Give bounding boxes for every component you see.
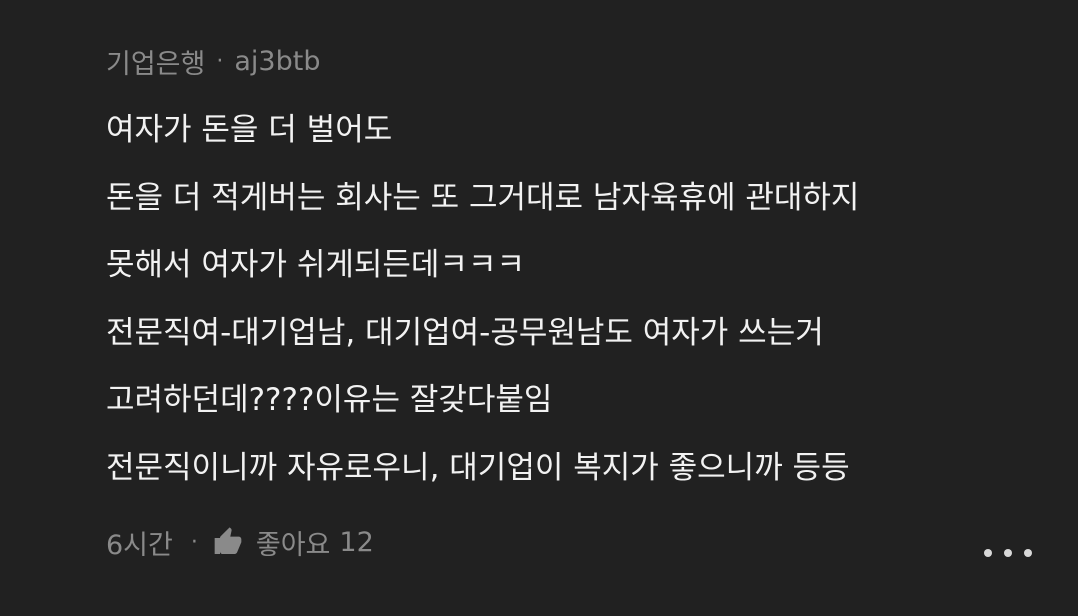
like-label: 좋아요 bbox=[255, 529, 331, 561]
like-count: 12 bbox=[339, 526, 374, 558]
more-dots-icon bbox=[1024, 549, 1032, 557]
comment-line: 못해서 여자가 쉬게되든데ㅋㅋㅋ bbox=[106, 247, 525, 283]
author-name[interactable]: aj3btb bbox=[234, 46, 320, 77]
more-dots-icon bbox=[1004, 549, 1012, 557]
comment-line: 여자가 돈을 더 벌어도 bbox=[106, 112, 393, 148]
more-dots-icon bbox=[984, 549, 992, 557]
meta-separator: · bbox=[216, 48, 224, 74]
comment-time: 6시간 bbox=[106, 529, 173, 561]
comment-line: 고려하던데????이유는 잘갖다붙임 bbox=[106, 382, 553, 418]
footer-separator: · bbox=[190, 529, 198, 555]
comment-body: 여자가 돈을 더 벌어도 돈을 더 적게버는 회사는 또 그거대로 남자육휴에 … bbox=[106, 108, 1046, 491]
comment-line: 전문직이니까 자유로우니, 대기업이 복지가 좋으니까 등등 bbox=[106, 449, 850, 486]
comment-line: 돈을 더 적게버는 회사는 또 그거대로 남자육휴에 관대하지 bbox=[106, 179, 860, 216]
more-options-button[interactable] bbox=[984, 540, 1032, 566]
like-button[interactable]: 좋아요 12 bbox=[212, 523, 374, 562]
comment: 기업은행 · aj3btb 여자가 돈을 더 벌어도 돈을 더 적게버는 회사는… bbox=[106, 40, 1046, 513]
comment-meta: 기업은행 · aj3btb bbox=[106, 40, 1046, 82]
board-name[interactable]: 기업은행 bbox=[106, 42, 205, 81]
thumbs-up-icon bbox=[214, 527, 242, 554]
comment-line: 전문직여-대기업남, 대기업여-공무원남도 여자가 쓰는거 bbox=[106, 314, 824, 351]
comment-footer: 6시간 · 좋아요 12 bbox=[106, 518, 374, 566]
